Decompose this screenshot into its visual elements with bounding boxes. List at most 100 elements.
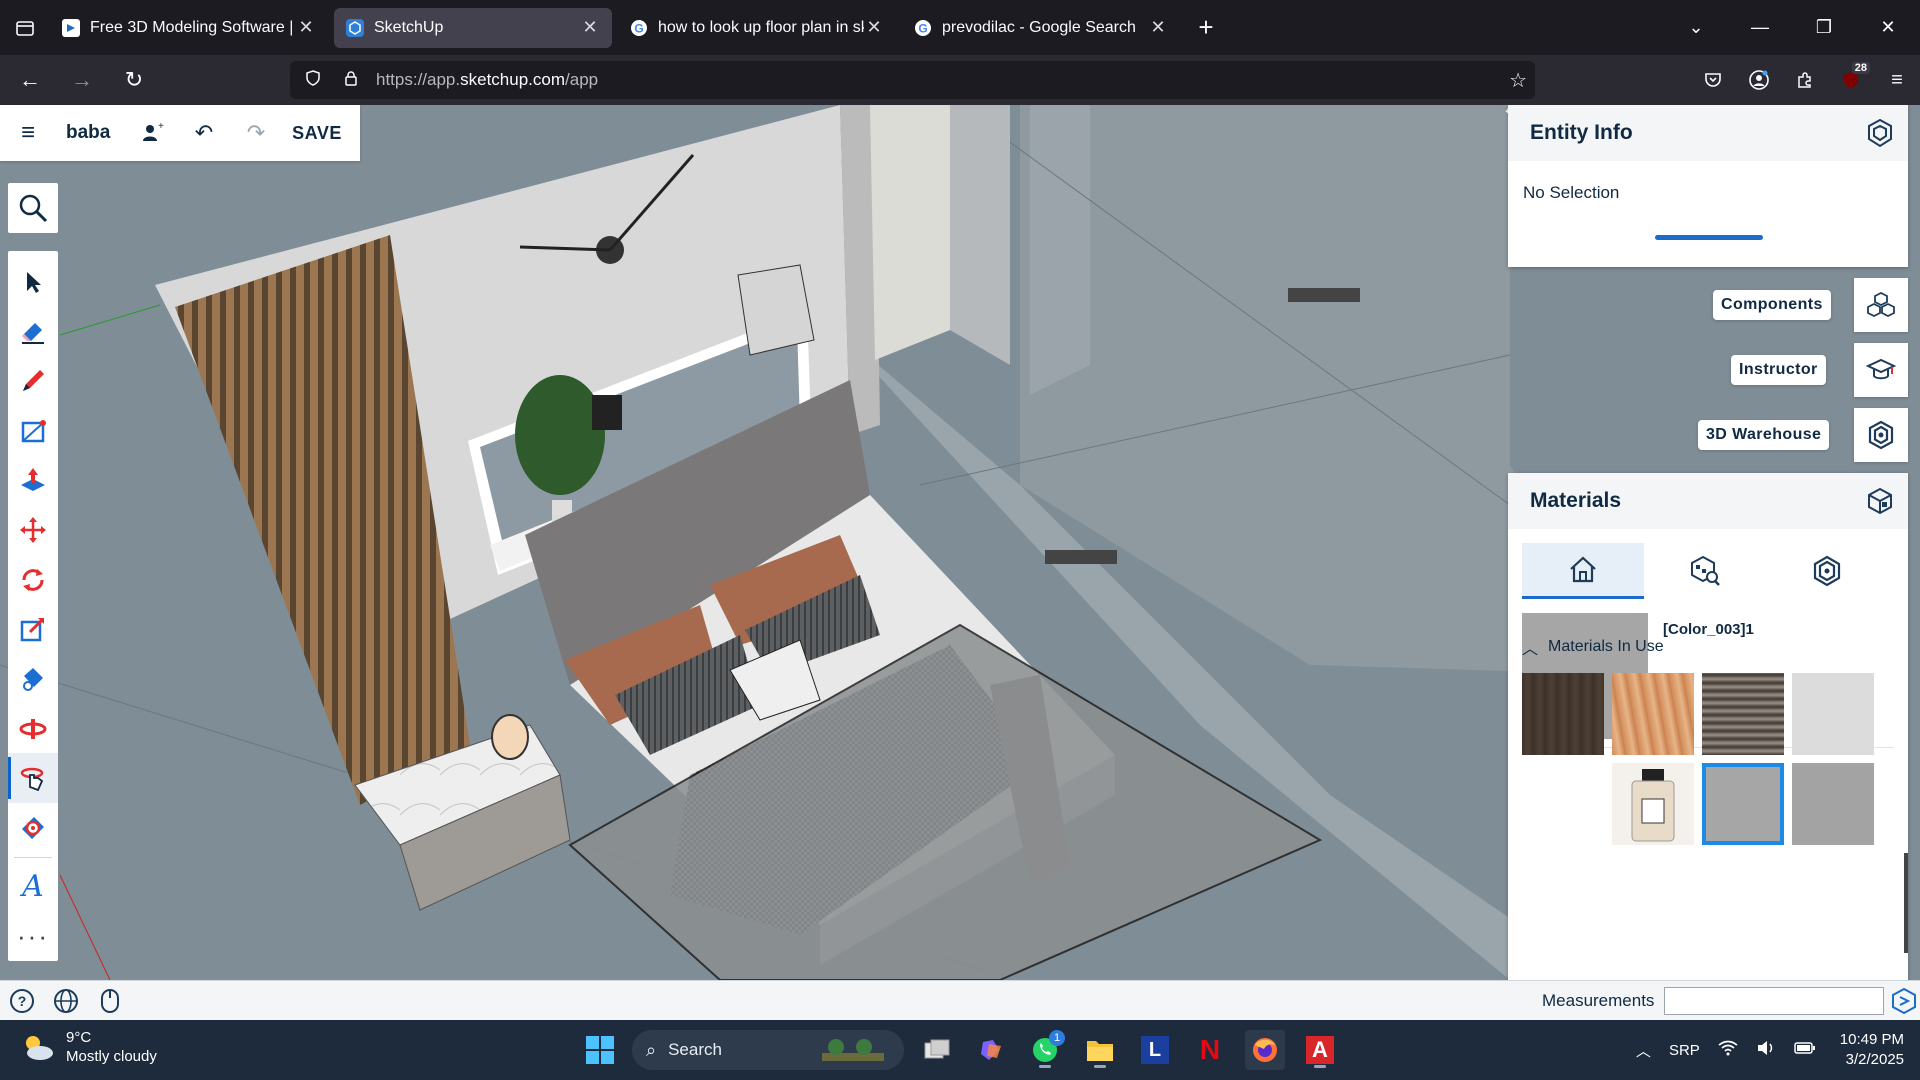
tab-list-icon[interactable] (0, 0, 50, 55)
project-name[interactable]: baba (56, 105, 126, 161)
paint-bucket-tool[interactable] (8, 654, 58, 704)
windows-start-icon[interactable] (584, 1034, 616, 1066)
share-user-icon[interactable]: + (126, 105, 178, 161)
line-tool[interactable] (8, 356, 58, 406)
close-tab-icon[interactable]: ✕ (580, 17, 600, 38)
shield-icon[interactable] (298, 69, 328, 92)
material-thumb-color-003[interactable] (1702, 763, 1784, 845)
browser-tab-3[interactable]: G how to look up floor plan in ske ✕ (618, 8, 896, 48)
wifi-icon[interactable] (1718, 1040, 1738, 1060)
select-tool[interactable] (8, 257, 58, 307)
orbit-tool[interactable] (8, 704, 58, 754)
3d-warehouse-label[interactable]: 3D Warehouse (1698, 420, 1830, 450)
ublock-extension-icon[interactable]: 28 (1828, 60, 1874, 100)
instructor-button[interactable] (1854, 343, 1908, 397)
taskbar-search[interactable]: ⌕ Search (632, 1030, 904, 1070)
language-indicator[interactable]: SRP (1669, 1042, 1700, 1059)
copilot-icon[interactable] (971, 1030, 1011, 1070)
svg-text:G: G (634, 21, 643, 35)
account-icon[interactable] (1736, 60, 1782, 100)
tab-in-model[interactable] (1522, 543, 1644, 599)
tab-warehouse-materials[interactable] (1766, 543, 1888, 599)
menu-icon[interactable]: ≡ (1874, 60, 1920, 100)
save-button[interactable]: SAVE (282, 105, 352, 161)
tab-browse-materials[interactable] (1644, 543, 1766, 599)
materials-icon[interactable] (1864, 485, 1896, 517)
entity-info-header[interactable]: Entity Info (1508, 105, 1908, 161)
browser-tab-4[interactable]: G prevodilac - Google Search ✕ (902, 8, 1180, 48)
instructor-label[interactable]: Instructor (1731, 355, 1826, 385)
zoom-tool[interactable] (8, 803, 58, 853)
autocad-icon[interactable]: A (1300, 1030, 1340, 1070)
redo-icon[interactable]: ↷ (230, 105, 282, 161)
push-pull-tool[interactable] (8, 456, 58, 506)
browser-tab-1[interactable]: Free 3D Modeling Software | 3D ✕ (50, 8, 328, 48)
eraser-tool[interactable] (8, 307, 58, 357)
material-thumb-dark-wood[interactable] (1522, 673, 1604, 755)
minimize-icon[interactable]: — (1728, 17, 1792, 38)
search-tool-button[interactable] (8, 183, 58, 233)
material-thumb-gray[interactable] (1792, 763, 1874, 845)
pocket-icon[interactable] (1690, 60, 1736, 100)
close-tab-icon[interactable]: ✕ (296, 17, 316, 38)
firefox-icon[interactable] (1245, 1030, 1285, 1070)
browser-tab-2[interactable]: SketchUp ✕ (334, 7, 612, 48)
measurements-input[interactable] (1664, 987, 1884, 1015)
clock[interactable]: 10:49 PM 3/2/2025 (1840, 1030, 1904, 1070)
lock-icon[interactable] (336, 69, 366, 92)
materials-scrollbar[interactable] (1904, 853, 1908, 953)
undo-icon[interactable]: ↶ (178, 105, 230, 161)
material-thumb-light-wood[interactable] (1612, 673, 1694, 755)
material-thumb-white[interactable] (1522, 763, 1604, 845)
url-bar[interactable]: https://app.sketchup.com/app ☆ (290, 61, 1535, 99)
components-button[interactable] (1854, 278, 1908, 332)
volume-icon[interactable] (1756, 1040, 1776, 1060)
close-window-icon[interactable]: ✕ (1856, 17, 1920, 38)
l-app-icon[interactable]: L (1135, 1030, 1175, 1070)
search-icon: ⌕ (646, 1039, 657, 1060)
tab-overflow-chevron-icon[interactable]: ⌄ (1664, 17, 1728, 38)
panel-resize-handle[interactable] (1655, 235, 1763, 240)
tray-overflow-chevron-icon[interactable]: ︿ (1636, 1040, 1651, 1061)
components-label[interactable]: Components (1713, 290, 1831, 320)
3d-warehouse-button[interactable] (1854, 408, 1908, 462)
move-arrows-icon (20, 517, 46, 544)
more-tools-button[interactable]: ··· (8, 911, 58, 961)
hamburger-menu-icon[interactable]: ≡ (0, 105, 56, 161)
materials-in-use-toggle[interactable]: ︿ Materials In Use (1522, 635, 1664, 659)
entity-info-icon[interactable] (1864, 117, 1896, 149)
task-view-icon[interactable] (917, 1030, 957, 1070)
sketchup-logo-icon (1892, 987, 1916, 1015)
material-thumb-perfume-bottle[interactable] (1612, 763, 1694, 845)
file-explorer-icon[interactable] (1080, 1030, 1120, 1070)
help-icon[interactable]: ? (0, 981, 44, 1021)
rotate-tool[interactable] (8, 555, 58, 605)
close-tab-icon[interactable]: ✕ (864, 17, 884, 38)
move-tool[interactable] (8, 505, 58, 555)
text-tool[interactable]: A (8, 862, 58, 912)
weather-widget[interactable]: 9°C Mostly cloudy (20, 1028, 157, 1066)
restore-icon[interactable]: ❐ (1792, 17, 1856, 38)
globe-icon[interactable] (44, 981, 88, 1021)
whatsapp-badge: 1 (1049, 1030, 1065, 1046)
sketchup-app: ≡ baba + ↶ ↷ SAVE A ··· Entity Info No S… (0, 105, 1920, 1020)
back-button[interactable]: ← (8, 60, 52, 100)
material-thumb-light-gray[interactable] (1792, 673, 1874, 755)
forward-button[interactable]: → (60, 60, 104, 100)
new-tab-button[interactable]: + (1186, 8, 1226, 48)
materials-header[interactable]: Materials (1508, 473, 1908, 529)
close-tab-icon[interactable]: ✕ (1148, 17, 1168, 38)
battery-icon[interactable] (1794, 1041, 1816, 1059)
browser-tab-bar: Free 3D Modeling Software | 3D ✕ SketchU… (0, 0, 1920, 55)
reload-button[interactable]: ↻ (112, 60, 156, 100)
url-text[interactable]: https://app.sketchup.com/app (376, 70, 598, 90)
scale-tool[interactable] (8, 604, 58, 654)
whatsapp-icon[interactable]: 1 (1025, 1030, 1065, 1070)
netflix-icon[interactable]: N (1190, 1030, 1230, 1070)
pan-tool[interactable] (8, 753, 58, 804)
extensions-icon[interactable] (1782, 60, 1828, 100)
mouse-icon[interactable] (88, 981, 132, 1021)
bookmark-star-icon[interactable]: ☆ (1509, 68, 1527, 93)
rectangle-tool[interactable] (8, 406, 58, 456)
material-thumb-woven[interactable] (1702, 673, 1784, 755)
